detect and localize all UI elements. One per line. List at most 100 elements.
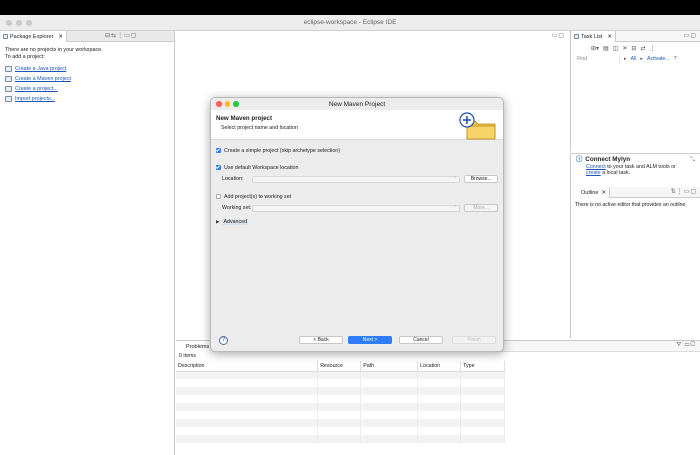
window-title: eclipse-workspace - Eclipse IDE	[303, 19, 397, 26]
new-task-icon[interactable]: ⊞▾	[591, 45, 599, 52]
new-project-icon	[5, 86, 12, 93]
problems-toolbar: ⛛⋮▭▢	[676, 342, 696, 349]
create-maven-project-link[interactable]: Create a Maven project	[5, 76, 169, 83]
close-icon[interactable]: ✕	[607, 34, 612, 40]
tab-outline[interactable]: Outline ✕	[571, 187, 611, 198]
maximize-icon[interactable]: ▢	[131, 33, 138, 39]
close-icon[interactable]: ✕	[601, 190, 606, 196]
advanced-label: Advanced	[222, 219, 249, 225]
cancel-button[interactable]: Cancel	[399, 336, 443, 344]
location-row: Location: ⌃ Browse...	[216, 174, 498, 184]
table-row	[176, 387, 505, 395]
table-row	[176, 379, 505, 387]
tab-package-explorer[interactable]: Package Explorer ✕	[0, 31, 68, 42]
package-explorer-header: Package Explorer ✕ ⊟⇆⋮▭▢	[0, 31, 174, 42]
connect-text: to your task and ALM tools or	[605, 163, 676, 170]
dialog-footer: ? < Back Next > Cancel Finish	[211, 329, 503, 351]
help-icon[interactable]: ?	[674, 56, 677, 62]
close-icon[interactable]: ✕	[58, 34, 63, 40]
task-filter-bar: Find ▸ All ▸ Activate... ?	[571, 54, 700, 64]
advanced-section-toggle[interactable]: ▶ Advanced	[216, 218, 498, 226]
activate-link[interactable]: Activate...	[647, 56, 670, 62]
all-link[interactable]: All	[631, 56, 637, 62]
next-button[interactable]: Next >	[348, 336, 392, 344]
maximize-icon[interactable]: ▢	[690, 189, 697, 195]
tab-task-list[interactable]: Task List ✕	[571, 31, 617, 42]
import-icon	[5, 96, 12, 103]
column-location[interactable]: Location	[417, 361, 462, 372]
play-icon: ▸	[640, 56, 643, 62]
package-explorer-panel: Package Explorer ✕ ⊟⇆⋮▭▢ There are no pr…	[0, 31, 175, 455]
maven-project-icon	[5, 76, 12, 83]
maximize-icon[interactable]: ▢	[690, 33, 697, 39]
simple-project-checkbox[interactable]: Create a simple project (skip archetype …	[216, 146, 498, 155]
task-find-input[interactable]: Find	[577, 56, 615, 62]
divider	[619, 55, 620, 63]
column-type[interactable]: Type	[460, 361, 505, 372]
collapse-icon[interactable]: ⤡	[690, 156, 695, 164]
create-java-project-link[interactable]: Create a Java project	[5, 66, 169, 73]
view-menu-icon[interactable]: ⋮	[649, 45, 655, 52]
default-workspace-checkbox[interactable]: Use default Workspace location	[216, 163, 498, 172]
create-project-link[interactable]: Create a project...	[5, 86, 169, 93]
problems-table: Description Resource Path Location Type	[176, 361, 505, 443]
editor-area-controls: ▭▢	[552, 32, 565, 39]
hide-completed-icon[interactable]: ✕	[622, 45, 627, 52]
macos-menu-strip	[0, 0, 700, 15]
column-path[interactable]: Path	[360, 361, 419, 372]
working-set-combo: ⌃	[251, 204, 461, 212]
problems-count: 0 items	[179, 353, 197, 359]
maximize-icon[interactable]: ▢	[558, 33, 565, 39]
table-row	[176, 411, 505, 419]
working-set-label: Working set:	[222, 205, 252, 211]
dropdown-arrow-icon: ⌃	[453, 175, 458, 182]
expand-triangle-icon: ▶	[216, 219, 220, 224]
dialog-titlebar: New Maven Project	[211, 98, 503, 110]
dialog-header: New Maven project	[216, 115, 273, 122]
create-local-task-link[interactable]: create	[586, 170, 601, 176]
task-list-panel: Task List ✕ ▭▢ ⊞▾ ▤ ◫ ✕ ⊟ ⇄ ⋮ Find ▸ All…	[570, 31, 700, 151]
add-working-set-checkbox[interactable]: Add project(s) to working set	[216, 192, 498, 201]
problems-tab-label: Problems	[186, 343, 210, 350]
browse-button[interactable]: Browse...	[464, 175, 498, 183]
tab-problems[interactable]: Problems	[176, 341, 214, 352]
table-row	[176, 435, 505, 443]
dialog-subheader: Select project name and location	[221, 125, 298, 131]
checkbox-checked	[216, 165, 221, 170]
info-icon: ⓘ	[576, 156, 583, 163]
column-resource[interactable]: Resource	[317, 361, 362, 372]
play-icon: ▸	[624, 56, 627, 62]
connect-mylyn-panel: ⓘ Connect Mylyn ⤡ Connect to your task a…	[570, 153, 700, 187]
minimize-icon[interactable]: ▭	[124, 33, 131, 39]
column-description[interactable]: Description	[176, 361, 319, 372]
task-list-toolbar: ⊞▾ ▤ ◫ ✕ ⊟ ⇄ ⋮	[571, 42, 700, 54]
outline-message: There is no active editor that provides …	[575, 202, 687, 208]
back-button[interactable]: < Back	[299, 336, 343, 344]
table-row	[176, 427, 505, 435]
maximize-icon[interactable]: ▢	[690, 342, 696, 348]
category-icon[interactable]: ▤	[603, 45, 609, 52]
help-button[interactable]: ?	[219, 335, 228, 345]
view-menu-icon[interactable]: ⋮	[677, 189, 684, 195]
location-combo: ⌃	[251, 175, 461, 183]
checkbox-unchecked	[216, 194, 221, 199]
working-set-row: Working set: ⌃ More...	[216, 203, 498, 213]
new-maven-project-dialog: New Maven Project New Maven project Sele…	[210, 97, 504, 352]
connect-link[interactable]: Connect	[586, 164, 606, 170]
sync-icon[interactable]: ⇄	[640, 45, 645, 52]
outline-toolbar: ⇅⋮▭▢	[671, 188, 697, 195]
package-explorer-toolbar: ⊟⇆⋮▭▢	[105, 32, 137, 39]
simple-project-label: Create a simple project (skip archetype …	[224, 147, 340, 154]
view-menu-icon[interactable]: ⋮	[117, 33, 124, 39]
import-projects-link[interactable]: Import projects...	[5, 96, 169, 103]
checkbox-checked	[216, 148, 221, 153]
dialog-banner: New Maven project Select project name an…	[211, 110, 503, 140]
scheduled-icon[interactable]: ◫	[613, 45, 619, 52]
new-folder-icon	[459, 112, 496, 140]
task-list-icon	[574, 34, 579, 39]
location-label: Location:	[222, 176, 244, 182]
add-project-text: To add a project:	[5, 53, 45, 60]
collapse-all-icon[interactable]: ⊟	[631, 45, 636, 52]
default-workspace-label: Use default Workspace location	[224, 164, 299, 171]
add-working-set-label: Add project(s) to working set	[224, 193, 292, 200]
